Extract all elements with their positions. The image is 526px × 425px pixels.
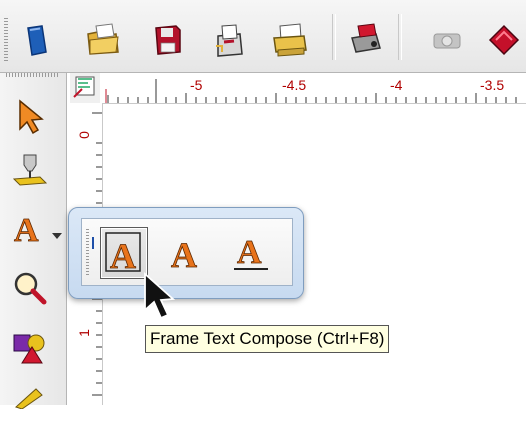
shapes-icon	[13, 334, 45, 364]
text-tool-icon: A	[14, 212, 40, 250]
flyout-toolbar: A A A	[81, 218, 293, 286]
frame-text-icon: A	[105, 232, 141, 276]
print-button[interactable]	[270, 22, 307, 58]
cutter-tool-icon	[12, 154, 48, 186]
save-icon	[155, 25, 181, 55]
text-tool[interactable]: A	[10, 207, 50, 250]
ruler-ticks	[105, 79, 517, 103]
ruler-label: -3.5	[480, 77, 505, 93]
underlined-text-button[interactable]: A	[228, 227, 274, 277]
import-icon	[216, 24, 243, 57]
text-icon: A	[171, 235, 198, 276]
vinyl-cutter-button[interactable]	[430, 22, 466, 58]
toolbox: A	[0, 73, 67, 410]
underlined-text-icon: A	[234, 234, 268, 271]
svg-text:A: A	[171, 235, 197, 275]
toolbar-grip[interactable]	[4, 18, 8, 62]
ruler-label: 1	[75, 329, 92, 337]
ruler-label: -4.5	[282, 77, 307, 93]
new-document-icon	[27, 25, 47, 56]
cutter-tool[interactable]	[10, 151, 50, 191]
vinyl-cutter-icon	[433, 33, 461, 49]
text-compose-button[interactable]: A	[162, 227, 208, 277]
tooltip: Frame Text Compose (Ctrl+F8)	[145, 325, 390, 353]
zoom-icon	[14, 272, 47, 305]
svg-text:A: A	[14, 212, 39, 249]
text-tools-flyout: A A A	[68, 207, 304, 299]
frame-text-compose-button[interactable]: A	[100, 227, 148, 279]
pencil-tool[interactable]	[10, 385, 50, 425]
svg-text:A: A	[110, 236, 136, 276]
shapes-tool[interactable]	[10, 329, 50, 369]
plot-button[interactable]	[486, 22, 522, 58]
ruler-label: -5	[190, 77, 203, 93]
ruler-origin-icon	[73, 76, 95, 98]
select-tool[interactable]	[10, 97, 50, 137]
flyout-marker	[92, 237, 94, 249]
pencil-icon	[15, 388, 43, 410]
output-device-icon	[351, 23, 381, 53]
print-icon	[273, 23, 307, 57]
flyout-arrow-icon	[52, 233, 62, 239]
main-toolbar	[0, 0, 526, 73]
toolbox-grip[interactable]	[6, 73, 58, 77]
save-button[interactable]	[150, 22, 186, 58]
plot-icon	[488, 24, 520, 56]
new-document-button[interactable]	[18, 22, 54, 58]
open-folder-icon	[87, 23, 119, 55]
pointer-icon	[19, 99, 44, 135]
ruler-origin-button[interactable]	[70, 73, 101, 104]
zoom-tool[interactable]	[10, 269, 50, 309]
output-device-button[interactable]	[346, 22, 382, 58]
toolbar-separator	[332, 14, 336, 60]
ruler-label: -4	[390, 77, 403, 93]
mouse-cursor-icon	[144, 272, 176, 320]
flyout-grip[interactable]	[86, 229, 89, 275]
horizontal-ruler[interactable]: -5 -4.5 -4 -3.5	[100, 73, 526, 104]
toolbar-separator	[398, 14, 402, 60]
ruler-label: 0	[75, 131, 92, 139]
open-button[interactable]	[84, 22, 120, 58]
import-button[interactable]	[210, 22, 246, 58]
svg-text:A: A	[237, 234, 262, 271]
